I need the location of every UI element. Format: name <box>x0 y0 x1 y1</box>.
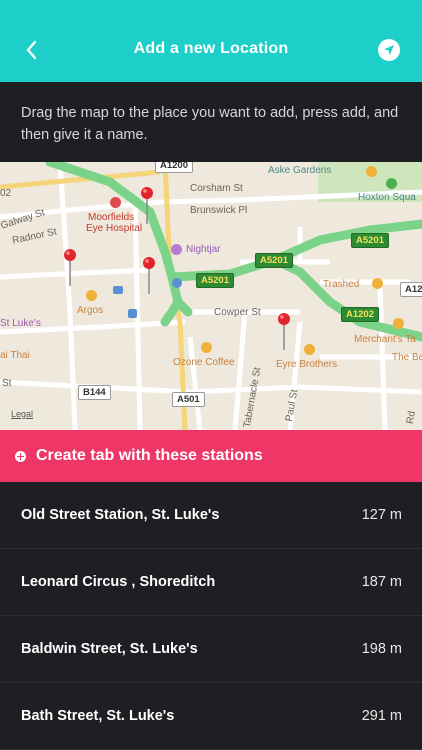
station-pin-icon[interactable] <box>140 186 154 226</box>
road-badge-a1200: A1200 <box>155 162 193 173</box>
map-legal-link[interactable]: Legal <box>11 409 33 419</box>
station-distance: 291 m <box>361 708 402 724</box>
map-label-st: St <box>2 378 12 389</box>
back-button[interactable] <box>18 36 46 64</box>
road-badge-a501: A501 <box>172 392 205 407</box>
map-label-the-be: The Be <box>392 352 422 363</box>
page-title: Add a new Location <box>133 40 289 57</box>
map-label-corsham-st: Corsham St <box>190 183 243 194</box>
road-badge-a5201-east: A5201 <box>351 233 389 248</box>
map-label-hoxton-square: Hoxton Squa <box>358 192 416 203</box>
station-pin-icon[interactable] <box>277 312 291 352</box>
map-label-ozone-coffee: Ozone Coffee <box>173 357 235 368</box>
station-distance: 198 m <box>361 641 402 657</box>
park-poi-icon <box>386 178 397 189</box>
station-distance: 187 m <box>361 574 402 590</box>
plus-circle-icon <box>15 450 26 462</box>
map-label-merchants: Merchant's Ta <box>354 334 416 345</box>
instructions-text: Drag the map to the place you want to ad… <box>0 82 422 162</box>
station-row[interactable]: Leonard Circus , Shoreditch 187 m <box>0 549 422 616</box>
station-pin-icon[interactable] <box>142 256 156 296</box>
map-label-brunswick-pl: Brunswick Pl <box>190 205 248 216</box>
station-list: Old Street Station, St. Luke's 127 m Leo… <box>0 482 422 750</box>
create-tab-button[interactable]: Create tab with these stations <box>0 430 422 482</box>
map-label-st-lukes: St Luke's <box>0 318 41 329</box>
create-tab-label: Create tab with these stations <box>36 447 263 464</box>
map-view[interactable]: Corsham St Brunswick Pl Moorfields Eye H… <box>0 162 422 430</box>
station-distance: 127 m <box>361 507 402 523</box>
restaurant-poi-icon <box>304 344 315 355</box>
station-row[interactable]: Bath Street, St. Luke's 291 m <box>0 683 422 750</box>
shopping-poi-icon <box>86 290 97 301</box>
road-badge-b144: B144 <box>78 385 111 400</box>
road-badge-a5201-west: A5201 <box>196 273 234 288</box>
chevron-left-icon <box>26 40 37 60</box>
map-label-aske-gardens: Aske Gardens <box>268 165 332 176</box>
road-badge-a12: A12 <box>400 282 422 297</box>
station-name: Bath Street, St. Luke's <box>21 708 175 724</box>
station-row[interactable]: Baldwin Street, St. Luke's 198 m <box>0 616 422 683</box>
map-label-trashed: Trashed <box>323 279 360 290</box>
nightlife-poi-icon <box>171 244 182 255</box>
map-label-eye-hospital: Eye Hospital <box>86 223 143 234</box>
nav-header: Add a new Location <box>0 0 422 82</box>
road-badge-a1202: A1202 <box>341 307 379 322</box>
bar-poi-icon <box>372 278 383 289</box>
map-label-moorfields: Moorfields <box>88 212 135 223</box>
station-pin-icon[interactable] <box>63 248 77 288</box>
map-label-nightjar: Nightjar <box>186 244 221 255</box>
map-label-eyre-brothers: Eyre Brothers <box>276 359 338 370</box>
map-label-rd: Rd <box>404 410 418 425</box>
station-name: Baldwin Street, St. Luke's <box>21 641 198 657</box>
location-arrow-icon <box>384 45 394 55</box>
station-row[interactable]: Old Street Station, St. Luke's 127 m <box>0 482 422 549</box>
map-label-02: 02 <box>0 188 12 199</box>
pub-poi-icon <box>393 318 404 329</box>
station-name: Old Street Station, St. Luke's <box>21 507 220 523</box>
map-label-cowper-st: Cowper St <box>214 307 261 318</box>
food-poi-icon <box>366 166 377 177</box>
station-name: Leonard Circus , Shoreditch <box>21 574 216 590</box>
hospital-poi-icon <box>110 197 121 208</box>
map-label-argos: Argos <box>77 305 104 316</box>
map-label-thai: ai Thai <box>0 350 30 361</box>
current-location-button[interactable] <box>378 39 400 61</box>
coffee-poi-icon <box>201 342 212 353</box>
road-badge-a5201-center: A5201 <box>255 253 293 268</box>
